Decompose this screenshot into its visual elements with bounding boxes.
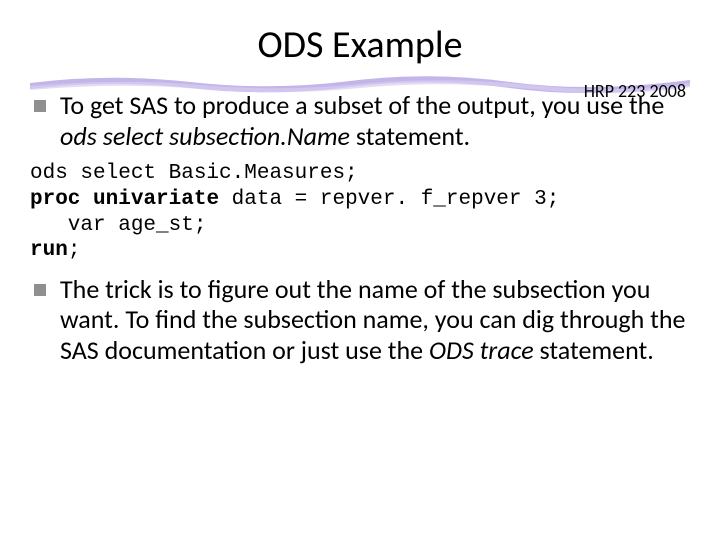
- code-l1a: ods select: [30, 162, 169, 185]
- code-l3: var age_st;: [30, 214, 206, 237]
- code-l4-semi: ;: [68, 239, 81, 262]
- code-l2-rest: data = repver. f_repver 3;: [219, 188, 559, 211]
- bullet-2-text: The trick is to figure out the name of t…: [60, 274, 690, 366]
- code-block: ods select Basic.Measures; proc univaria…: [30, 161, 690, 263]
- bullet-1-ods: ods select subsection.Name: [60, 120, 350, 152]
- bullet-2-ods: ODS trace: [429, 334, 534, 366]
- code-l2-sp: [80, 188, 93, 211]
- bullet-1-post: statement.: [350, 120, 470, 152]
- code-l1b: Basic.Measures;: [169, 162, 358, 185]
- code-l4-run: run: [30, 239, 68, 262]
- code-l2-univariate: univariate: [93, 188, 219, 211]
- slide: ODS Example HRP 223 2008 To get SAS to p…: [0, 0, 720, 540]
- code-l2-proc: proc: [30, 188, 80, 211]
- slide-title: ODS Example: [30, 22, 690, 68]
- course-tag: HRP 223 2008: [584, 80, 686, 102]
- bullet-2-post: statement.: [534, 334, 654, 366]
- bullet-2: The trick is to figure out the name of t…: [30, 274, 690, 366]
- bullet-marker-icon: [34, 284, 46, 296]
- bullet-marker-icon: [34, 100, 46, 112]
